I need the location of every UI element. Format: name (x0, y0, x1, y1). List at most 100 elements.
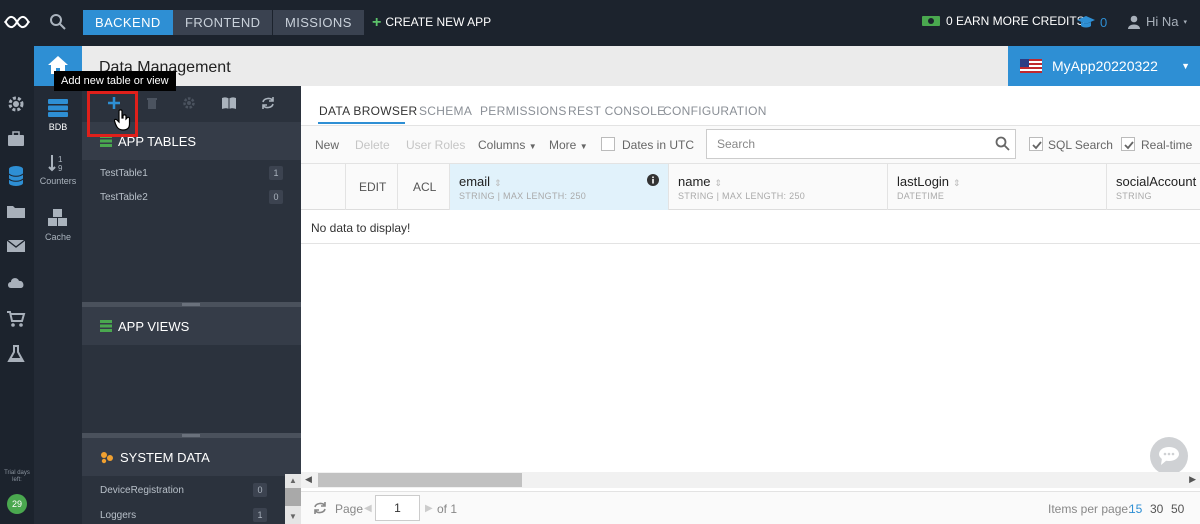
search-icon[interactable] (49, 13, 67, 31)
create-new-app-link[interactable]: + CREATE NEW APP (372, 10, 491, 35)
app-views-heading: APP VIEWS (82, 307, 301, 345)
edit-column-header: EDIT (346, 164, 398, 210)
nav-frontend-button[interactable]: FRONTEND (173, 10, 273, 35)
briefcase-icon[interactable] (6, 130, 26, 148)
sort-icon[interactable]: ⇕ (953, 178, 961, 188)
search-input[interactable] (706, 129, 1016, 159)
select-all-column[interactable] (301, 164, 346, 210)
page-number-input[interactable] (375, 495, 420, 521)
table-count: 0 (269, 190, 283, 204)
money-icon (921, 14, 941, 28)
sort-icon[interactable]: ⇕ (494, 178, 502, 188)
sort-icon[interactable]: ⇕ (715, 178, 723, 188)
trial-label: Trial days left: (4, 470, 30, 483)
nav-missions-button[interactable]: MISSIONS (273, 10, 364, 35)
credits-label: 0 EARN MORE CREDITS (946, 14, 1085, 28)
edit-header-label: EDIT (359, 180, 387, 194)
scroll-right-icon: ▶ (1189, 474, 1196, 484)
column-header-name[interactable]: name ⇕ STRING | MAX LENGTH: 250 (669, 164, 888, 210)
column-header-email[interactable]: email ⇕ STRING | MAX LENGTH: 250 (450, 164, 669, 210)
folder-icon[interactable] (6, 203, 26, 219)
tab-data-browser[interactable]: DATA BROWSER (319, 104, 418, 118)
user-menu[interactable]: Hi Na ▾ (1127, 14, 1187, 29)
table-docs-button[interactable] (221, 96, 237, 110)
table-name: TestTable2 (100, 192, 148, 203)
trash-icon (147, 98, 157, 109)
backendless-logo-icon[interactable] (4, 12, 30, 32)
dates-utc-label: Dates in UTC (622, 138, 695, 152)
sql-search-label: SQL Search (1048, 138, 1113, 152)
cloud-code-icon[interactable] (6, 275, 26, 289)
subbar-item-bdb[interactable]: BDB (34, 98, 82, 132)
column-header-socialaccount[interactable]: socialAccount STRING (1107, 164, 1200, 210)
table-item-testtable2[interactable]: TestTable2 0 (82, 186, 301, 210)
tab-rest-console[interactable]: REST CONSOLE (568, 104, 665, 118)
database-icon[interactable] (6, 165, 26, 187)
refresh-icon (262, 97, 274, 109)
refresh-tables-button[interactable] (261, 96, 275, 110)
acl-header-label: ACL (413, 180, 437, 194)
table-item-deviceregistration[interactable]: DeviceRegistration 0 (82, 479, 301, 503)
columns-label: Columns (478, 138, 526, 152)
earn-credits-link[interactable]: 0 EARN MORE CREDITS (921, 14, 1085, 28)
cubes-icon (48, 209, 67, 226)
table-settings-button[interactable] (182, 96, 196, 110)
section-title: APP VIEWS (118, 318, 190, 334)
table-name: Loggers (100, 510, 137, 521)
tab-configuration[interactable]: CONFIGURATION (663, 104, 767, 118)
check-icon (1124, 141, 1134, 150)
acl-column-header: ACL (398, 164, 450, 210)
empty-grid-row: No data to display! (301, 210, 1200, 244)
page-total: of 1 (437, 502, 458, 516)
delete-record-button[interactable]: Delete (355, 138, 390, 152)
column-header-lastlogin[interactable]: lastLogin ⇕ DATETIME (888, 164, 1107, 210)
tab-permissions[interactable]: PERMISSIONS (480, 104, 567, 118)
academy-link[interactable]: 0 (1076, 14, 1107, 30)
delete-table-button[interactable] (146, 96, 158, 110)
subbar-label: Cache (44, 232, 71, 242)
scrollbar-thumb[interactable] (318, 473, 522, 487)
column-name: lastLogin (897, 174, 950, 189)
prev-page-icon[interactable]: ◀ (364, 503, 372, 514)
flask-icon[interactable] (6, 344, 26, 364)
sql-search-checkbox[interactable] (1029, 137, 1043, 151)
realtime-label: Real-time (1141, 138, 1193, 152)
svg-text:9: 9 (58, 164, 63, 172)
envelope-icon[interactable] (6, 239, 26, 253)
svg-text:1: 1 (58, 155, 63, 164)
panel-scrollbar[interactable]: ▲ ▼ (285, 474, 301, 524)
subbar-item-counters[interactable]: 19 Counters (34, 154, 82, 186)
table-name: DeviceRegistration (100, 485, 184, 496)
subbar-item-cache[interactable]: Cache (34, 208, 82, 242)
hand-cursor-icon (114, 109, 132, 131)
nav-backend-button[interactable]: BACKEND (83, 10, 173, 35)
items-per-page-15[interactable]: 15 (1129, 502, 1142, 516)
table-item-loggers[interactable]: Loggers 1 (82, 504, 301, 524)
subbar-label: Counters (39, 176, 77, 186)
more-dropdown[interactable]: More ▼ (549, 138, 588, 152)
new-record-button[interactable]: New (315, 138, 339, 152)
table-count: 1 (269, 166, 283, 180)
tab-schema[interactable]: SCHEMA (419, 104, 472, 118)
user-icon (1127, 15, 1141, 29)
items-per-page-30[interactable]: 30 (1150, 502, 1163, 516)
gear-icon[interactable] (6, 94, 26, 114)
column-name: name (678, 174, 711, 189)
cart-icon[interactable] (6, 310, 26, 328)
scroll-up-icon: ▲ (289, 476, 297, 485)
realtime-checkbox[interactable] (1121, 137, 1135, 151)
column-type: STRING | MAX LENGTH: 250 (459, 191, 587, 201)
system-data-heading: SYSTEM DATA (82, 438, 301, 476)
search-icon[interactable] (995, 136, 1010, 151)
trial-days-badge: 29 (7, 494, 27, 514)
dates-utc-checkbox[interactable] (601, 137, 615, 151)
items-per-page-50[interactable]: 50 (1171, 502, 1184, 516)
table-item-testtable1[interactable]: TestTable1 1 (82, 162, 301, 186)
app-selector[interactable]: MyApp20220322 ▼ (1008, 46, 1200, 86)
chat-button[interactable] (1150, 437, 1188, 475)
columns-dropdown[interactable]: Columns ▼ (478, 138, 537, 152)
refresh-grid-button[interactable] (313, 501, 327, 515)
info-icon (647, 174, 659, 186)
next-page-icon[interactable]: ▶ (425, 503, 433, 514)
user-roles-button[interactable]: User Roles (406, 138, 465, 152)
